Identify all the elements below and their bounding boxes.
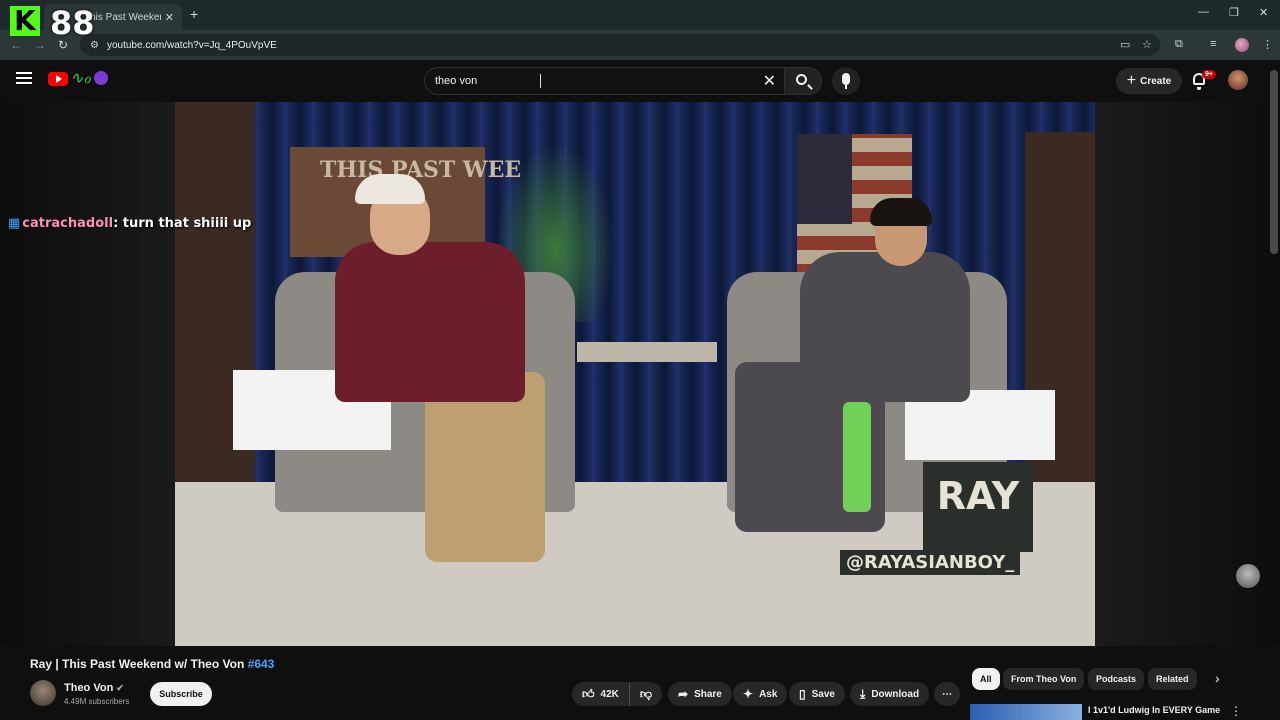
share-label: Share <box>694 688 722 700</box>
extensions-icon[interactable]: ⧉ <box>1175 38 1183 51</box>
doodle-icon[interactable]: ∿ℴ <box>70 68 91 88</box>
youtube-header: ∿ℴ ✕ + Create 9+ <box>0 60 1280 102</box>
video-frame-sign-text: THIS PAST WEE <box>320 157 522 183</box>
search-box: ✕ <box>424 67 784 95</box>
save-label: Save <box>811 688 835 700</box>
channel-avatar[interactable] <box>30 680 56 706</box>
kick-logo: K <box>10 6 40 36</box>
recommendation-title[interactable]: I 1v1'd Ludwig In EVERY Game <box>1088 705 1220 715</box>
video-frame-guest <box>870 198 932 226</box>
text-cursor <box>540 74 541 88</box>
create-button[interactable]: + Create <box>1116 68 1182 94</box>
browser-toolbar: ← → ↻ ⚙ youtube.com/watch?v=Jq_4POuVpVE … <box>0 30 1280 60</box>
more-icon: ⋯ <box>942 688 952 700</box>
lower-third-handle: @RAYASIANBOY_ <box>840 550 1021 575</box>
menu-icon[interactable] <box>16 72 32 84</box>
floating-avatar[interactable] <box>1236 564 1260 588</box>
doodle-badge-icon <box>94 71 108 85</box>
youtube-logo-icon[interactable] <box>48 72 68 86</box>
video-hashtag[interactable]: #643 <box>248 657 275 671</box>
download-label: Download <box>871 688 920 700</box>
chip-related[interactable]: Related <box>1148 668 1197 690</box>
close-tab-icon[interactable]: ✕ <box>165 11 174 24</box>
download-icon: ⤓ <box>860 686 866 701</box>
media-control-icon[interactable]: ≡ <box>1210 38 1216 50</box>
ask-label: Ask <box>759 688 778 700</box>
minimize-icon[interactable]: — <box>1198 6 1209 18</box>
thumbs-down-icon: 👎︎ <box>639 686 653 701</box>
back-icon[interactable]: ← <box>10 38 22 52</box>
subscriber-count: 4.49M subscribers <box>64 697 130 706</box>
channel-name-text: Theo Von <box>64 682 114 694</box>
like-button[interactable]: 👍︎ 42K <box>572 682 630 706</box>
scrollbar[interactable] <box>1270 70 1278 254</box>
chat-username: catrachadoll <box>22 216 114 231</box>
microphone-icon <box>842 73 850 89</box>
video-player[interactable]: THIS PAST WEE RAY @RAYASIANBOY_ <box>175 102 1095 646</box>
window-close-icon[interactable]: ✕ <box>1259 6 1268 19</box>
save-button[interactable]: ▯ Save <box>789 682 845 706</box>
notification-badge: 9+ <box>1202 70 1216 79</box>
share-button[interactable]: ➦ Share <box>668 682 732 706</box>
more-actions-button[interactable]: ⋯ <box>934 682 960 706</box>
forward-icon[interactable]: → <box>34 38 46 52</box>
tab-title: This Past Weekend w <box>84 11 161 23</box>
chevron-right-icon[interactable]: › <box>1215 670 1220 686</box>
sparkle-icon: ✦ <box>743 687 754 701</box>
new-tab-icon[interactable]: + <box>190 6 198 22</box>
bookmark-icon: ▯ <box>799 687 806 701</box>
player-backdrop-left <box>0 102 175 646</box>
chip-all[interactable]: All <box>972 668 1000 690</box>
chat-text: turn that shiiii up <box>122 216 252 231</box>
search-input[interactable] <box>435 75 763 87</box>
create-label: Create <box>1140 75 1172 87</box>
search-button[interactable] <box>784 67 822 95</box>
browser-profile-avatar[interactable] <box>1235 38 1249 52</box>
like-count: 42K <box>600 688 619 700</box>
url-text: youtube.com/watch?v=Jq_4POuVpVE <box>106 39 277 51</box>
download-button[interactable]: ⤓ Download <box>850 682 930 706</box>
dislike-button[interactable]: 👎︎ <box>630 682 662 706</box>
video-title-text: Ray | This Past Weekend w/ Theo Von <box>30 657 248 671</box>
chip-from-theo-von[interactable]: From Theo Von <box>1003 668 1085 690</box>
chat-separator: : <box>113 216 119 231</box>
video-frame-guest <box>800 252 970 402</box>
video-frame-guest <box>843 402 871 512</box>
browser-menu-icon[interactable]: ⋮ <box>1262 38 1273 51</box>
account-avatar[interactable] <box>1228 70 1248 90</box>
video-frame-table <box>577 342 717 362</box>
viewer-count: 88 <box>50 4 95 42</box>
chat-badge-icon: ▦ <box>8 216 21 231</box>
clear-search-icon[interactable]: ✕ <box>763 71 776 91</box>
recommendation-menu-icon[interactable]: ⋮ <box>1230 704 1242 718</box>
address-bar[interactable]: ⚙ youtube.com/watch?v=Jq_4POuVpVE <box>80 34 1160 56</box>
video-frame-host <box>355 174 425 204</box>
chip-podcasts[interactable]: Podcasts <box>1088 668 1145 690</box>
video-frame-host <box>335 242 525 402</box>
lower-third-name: RAY <box>936 474 1020 518</box>
subscribe-button[interactable]: Subscribe <box>150 682 212 706</box>
chat-message: ▦ catrachadoll: turn that shiiii up <box>8 216 251 231</box>
plus-icon: + <box>1126 72 1137 89</box>
search-icon <box>796 74 807 85</box>
restore-icon[interactable]: ❐ <box>1229 6 1239 19</box>
video-title: Ray | This Past Weekend w/ Theo Von #643 <box>30 657 274 671</box>
recommendation-thumbnail[interactable] <box>970 704 1082 720</box>
thumbs-up-icon: 👍︎ <box>582 686 595 701</box>
like-dislike-group: 👍︎ 42K 👎︎ <box>572 682 662 706</box>
voice-search-button[interactable] <box>832 67 860 95</box>
channel-name[interactable]: Theo Von ✔ <box>64 682 124 694</box>
bookmark-star-icon[interactable]: ☆ <box>1142 38 1152 51</box>
ask-button[interactable]: ✦ Ask <box>733 682 788 706</box>
browser-tab-strip: This Past Weekend w ✕ + — ❐ ✕ <box>0 0 1280 30</box>
share-icon: ➦ <box>678 687 689 701</box>
verified-icon: ✔ <box>116 683 124 693</box>
install-app-icon[interactable]: ▭ <box>1120 38 1130 51</box>
